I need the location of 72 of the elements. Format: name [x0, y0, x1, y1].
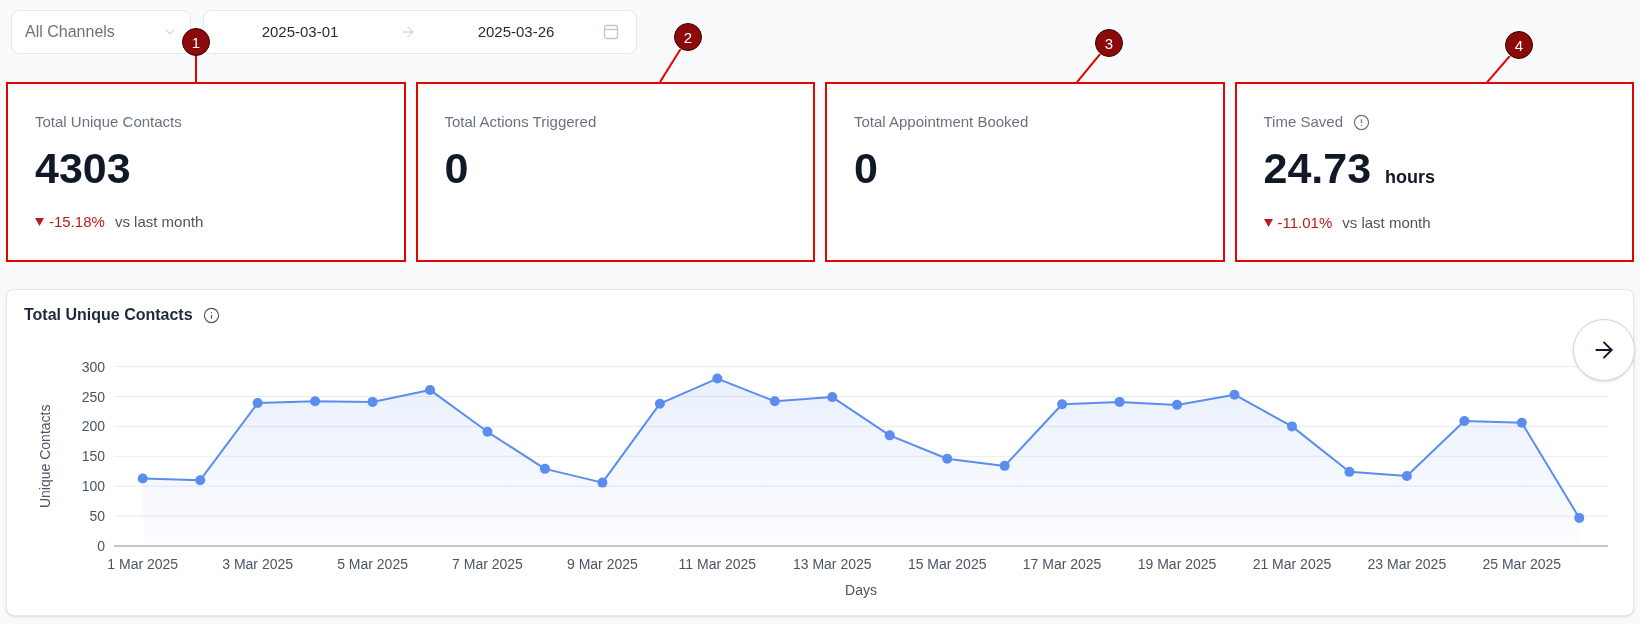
data-point: [999, 460, 1010, 471]
x-tick-label: 1 Mar 2025: [107, 556, 179, 572]
data-point: [482, 426, 493, 437]
x-tick-label: 5 Mar 2025: [337, 556, 408, 572]
data-point: [310, 396, 321, 407]
data-point: [1057, 399, 1068, 410]
data-point: [539, 463, 550, 474]
x-tick-label: 21 Mar 2025: [1252, 556, 1332, 572]
channel-select[interactable]: All Channels: [11, 10, 191, 54]
data-point: [1574, 512, 1585, 523]
y-axis-title: Unique Contacts: [36, 404, 53, 509]
number-badge: 3: [1095, 29, 1123, 57]
alert-icon[interactable]: [1353, 113, 1370, 131]
data-point: [1114, 396, 1125, 407]
arrow-right-icon: [400, 24, 416, 40]
change-caption: vs last month: [114, 212, 204, 232]
stat-label: Total Unique Contacts: [35, 112, 182, 132]
data-point: [1344, 466, 1355, 477]
info-icon[interactable]: [202, 306, 220, 324]
data-point: [425, 384, 436, 395]
stat-value: 4303: [35, 146, 131, 190]
change-percent: -11.01%: [1277, 213, 1333, 233]
data-point: [367, 396, 378, 407]
data-point: [1516, 417, 1527, 428]
y-tick-label: 250: [81, 388, 105, 405]
y-tick-label: 150: [81, 448, 105, 465]
x-tick-label: 25 Mar 2025: [1482, 556, 1562, 572]
data-point: [1459, 416, 1470, 426]
stat-label: Time Saved: [1263, 112, 1343, 132]
data-point: [654, 398, 665, 409]
data-point: [769, 396, 780, 407]
data-point: [712, 373, 723, 384]
x-tick-label: 15 Mar 2025: [907, 556, 987, 572]
change-percent: -15.18%: [49, 212, 105, 232]
x-tick-label: 13 Mar 2025: [792, 556, 872, 572]
data-point: [1229, 389, 1240, 400]
stat-unit: hours: [1385, 166, 1436, 189]
data-point: [137, 473, 148, 484]
x-tick-label: 19 Mar 2025: [1137, 556, 1217, 572]
data-point: [884, 430, 895, 441]
stat-label: Total Appointment Booked: [854, 112, 1029, 132]
y-tick-label: 100: [81, 478, 105, 495]
data-point: [252, 398, 263, 409]
start-date[interactable]: 2025-03-01: [210, 20, 390, 44]
x-tick-label: 9 Mar 2025: [567, 556, 638, 572]
data-point: [942, 453, 953, 464]
data-point: [1286, 421, 1297, 432]
stat-label: Total Actions Triggered: [444, 112, 597, 132]
number-badge: 2: [674, 23, 702, 51]
date-range-field[interactable]: 2025-03-01 2025-03-26: [203, 10, 637, 54]
y-tick-label: 50: [89, 508, 105, 525]
y-tick-label: 300: [81, 358, 105, 375]
x-tick-label: 17 Mar 2025: [1022, 556, 1102, 572]
change-caption: vs last month: [1342, 213, 1431, 233]
data-point: [597, 477, 608, 488]
data-point: [1172, 399, 1183, 410]
y-tick-label: 0: [97, 538, 105, 554]
chart-title: Total Unique Contacts: [24, 305, 193, 325]
end-date[interactable]: 2025-03-26: [431, 20, 601, 44]
data-point: [195, 475, 206, 486]
x-tick-label: 7 Mar 2025: [452, 556, 523, 572]
x-tick-label: 3 Mar 2025: [222, 556, 294, 572]
data-point: [827, 392, 838, 403]
x-axis-title: Days: [845, 582, 877, 598]
stat-value: 0: [444, 146, 469, 190]
x-tick-label: 11 Mar 2025: [678, 556, 757, 572]
stat-value: 24.73: [1263, 146, 1372, 190]
stat-value: 0: [854, 146, 878, 190]
y-tick-label: 200: [81, 418, 105, 435]
data-point: [1401, 471, 1412, 482]
x-tick-label: 23 Mar 2025: [1367, 556, 1447, 572]
number-badge: 4: [1505, 31, 1533, 59]
